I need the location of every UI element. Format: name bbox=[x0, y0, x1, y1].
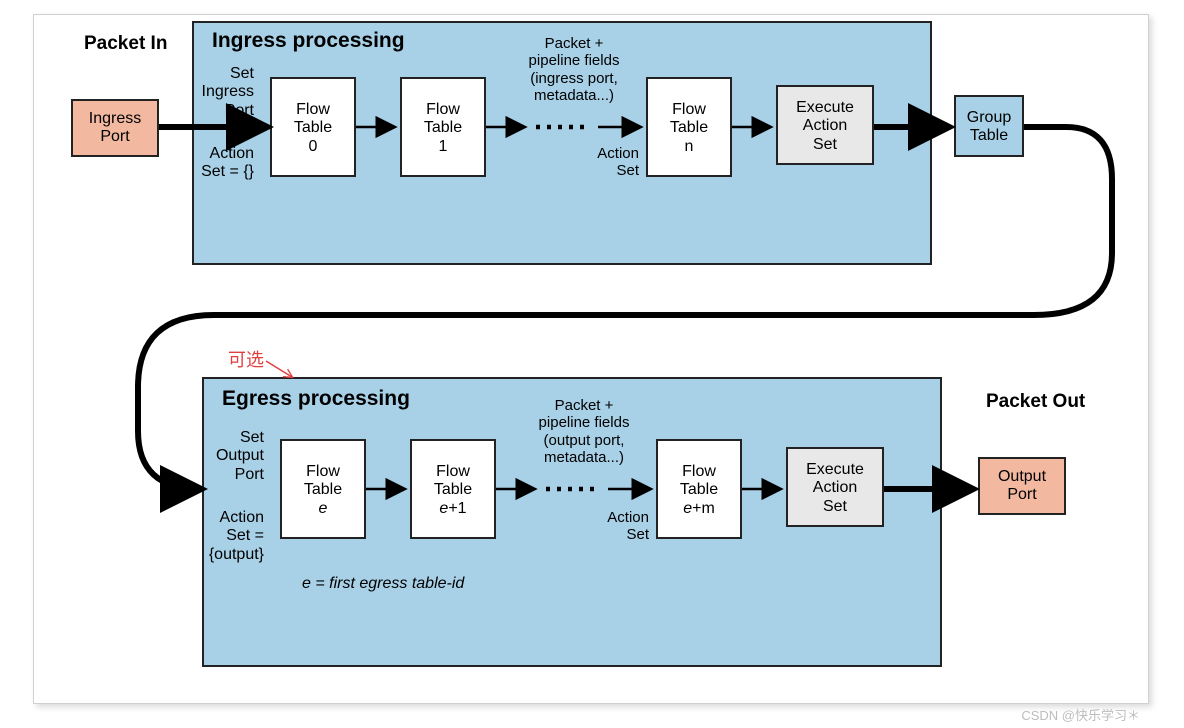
ingress-execute-action-text: Execute Action Set bbox=[778, 99, 872, 154]
egress-title: Egress processing bbox=[222, 387, 410, 411]
flow-table-0-text: Flow Table 0 bbox=[272, 101, 354, 156]
flow-table-1: Flow Table 1 bbox=[400, 77, 486, 177]
group-table-text: Group Table bbox=[956, 109, 1022, 146]
flow-table-n: Flow Table n bbox=[646, 77, 732, 177]
ingress-port-box: Ingress Port bbox=[71, 99, 159, 157]
egress-action-set: Action Set bbox=[589, 509, 649, 544]
output-port-text: Output Port bbox=[980, 468, 1064, 505]
egress-footnote: e = first egress table-id bbox=[302, 575, 464, 593]
flow-table-e1: FlowTablee+1 bbox=[410, 439, 496, 539]
output-port-box: Output Port bbox=[978, 457, 1066, 515]
flow-table-0: Flow Table 0 bbox=[270, 77, 356, 177]
ingress-port-text: Ingress Port bbox=[73, 110, 157, 147]
egress-set-port: Set Output Port bbox=[208, 429, 264, 484]
flow-table-e: FlowTablee bbox=[280, 439, 366, 539]
ingress-set-port: Set Ingress Port bbox=[198, 65, 254, 120]
diagram-canvas: Packet In Ingress Port Ingress processin… bbox=[0, 0, 1184, 728]
flow-table-e1-text: FlowTablee+1 bbox=[434, 463, 472, 517]
egress-execute-action: Execute Action Set bbox=[786, 447, 884, 527]
flow-table-em: FlowTablee+m bbox=[656, 439, 742, 539]
egress-execute-action-text: Execute Action Set bbox=[788, 461, 882, 516]
packet-out-label: Packet Out bbox=[986, 391, 1085, 413]
flow-table-em-text: FlowTablee+m bbox=[680, 463, 718, 517]
ingress-execute-action: Execute Action Set bbox=[776, 85, 874, 165]
ingress-pipeline-fields: Packet + pipeline fields (ingress port, … bbox=[499, 35, 649, 104]
image-frame: Packet In Ingress Port Ingress processin… bbox=[33, 14, 1149, 704]
ingress-action-set-init: Action Set = {} bbox=[184, 145, 254, 182]
group-table: Group Table bbox=[954, 95, 1024, 157]
packet-in-label: Packet In bbox=[84, 33, 167, 55]
ingress-title: Ingress processing bbox=[212, 29, 405, 53]
egress-pipeline-fields: Packet + pipeline fields (output port, m… bbox=[509, 397, 659, 466]
optional-annotation: 可选 bbox=[228, 346, 264, 372]
egress-action-set-init: Action Set = {output} bbox=[196, 509, 264, 564]
flow-table-e-text: FlowTablee bbox=[304, 463, 342, 517]
watermark-credit: CSDN @快乐学习＊ bbox=[1021, 705, 1140, 724]
flow-table-n-text: Flow Table n bbox=[648, 101, 730, 156]
flow-table-1-text: Flow Table 1 bbox=[402, 101, 484, 156]
ingress-action-set: Action Set bbox=[579, 145, 639, 180]
